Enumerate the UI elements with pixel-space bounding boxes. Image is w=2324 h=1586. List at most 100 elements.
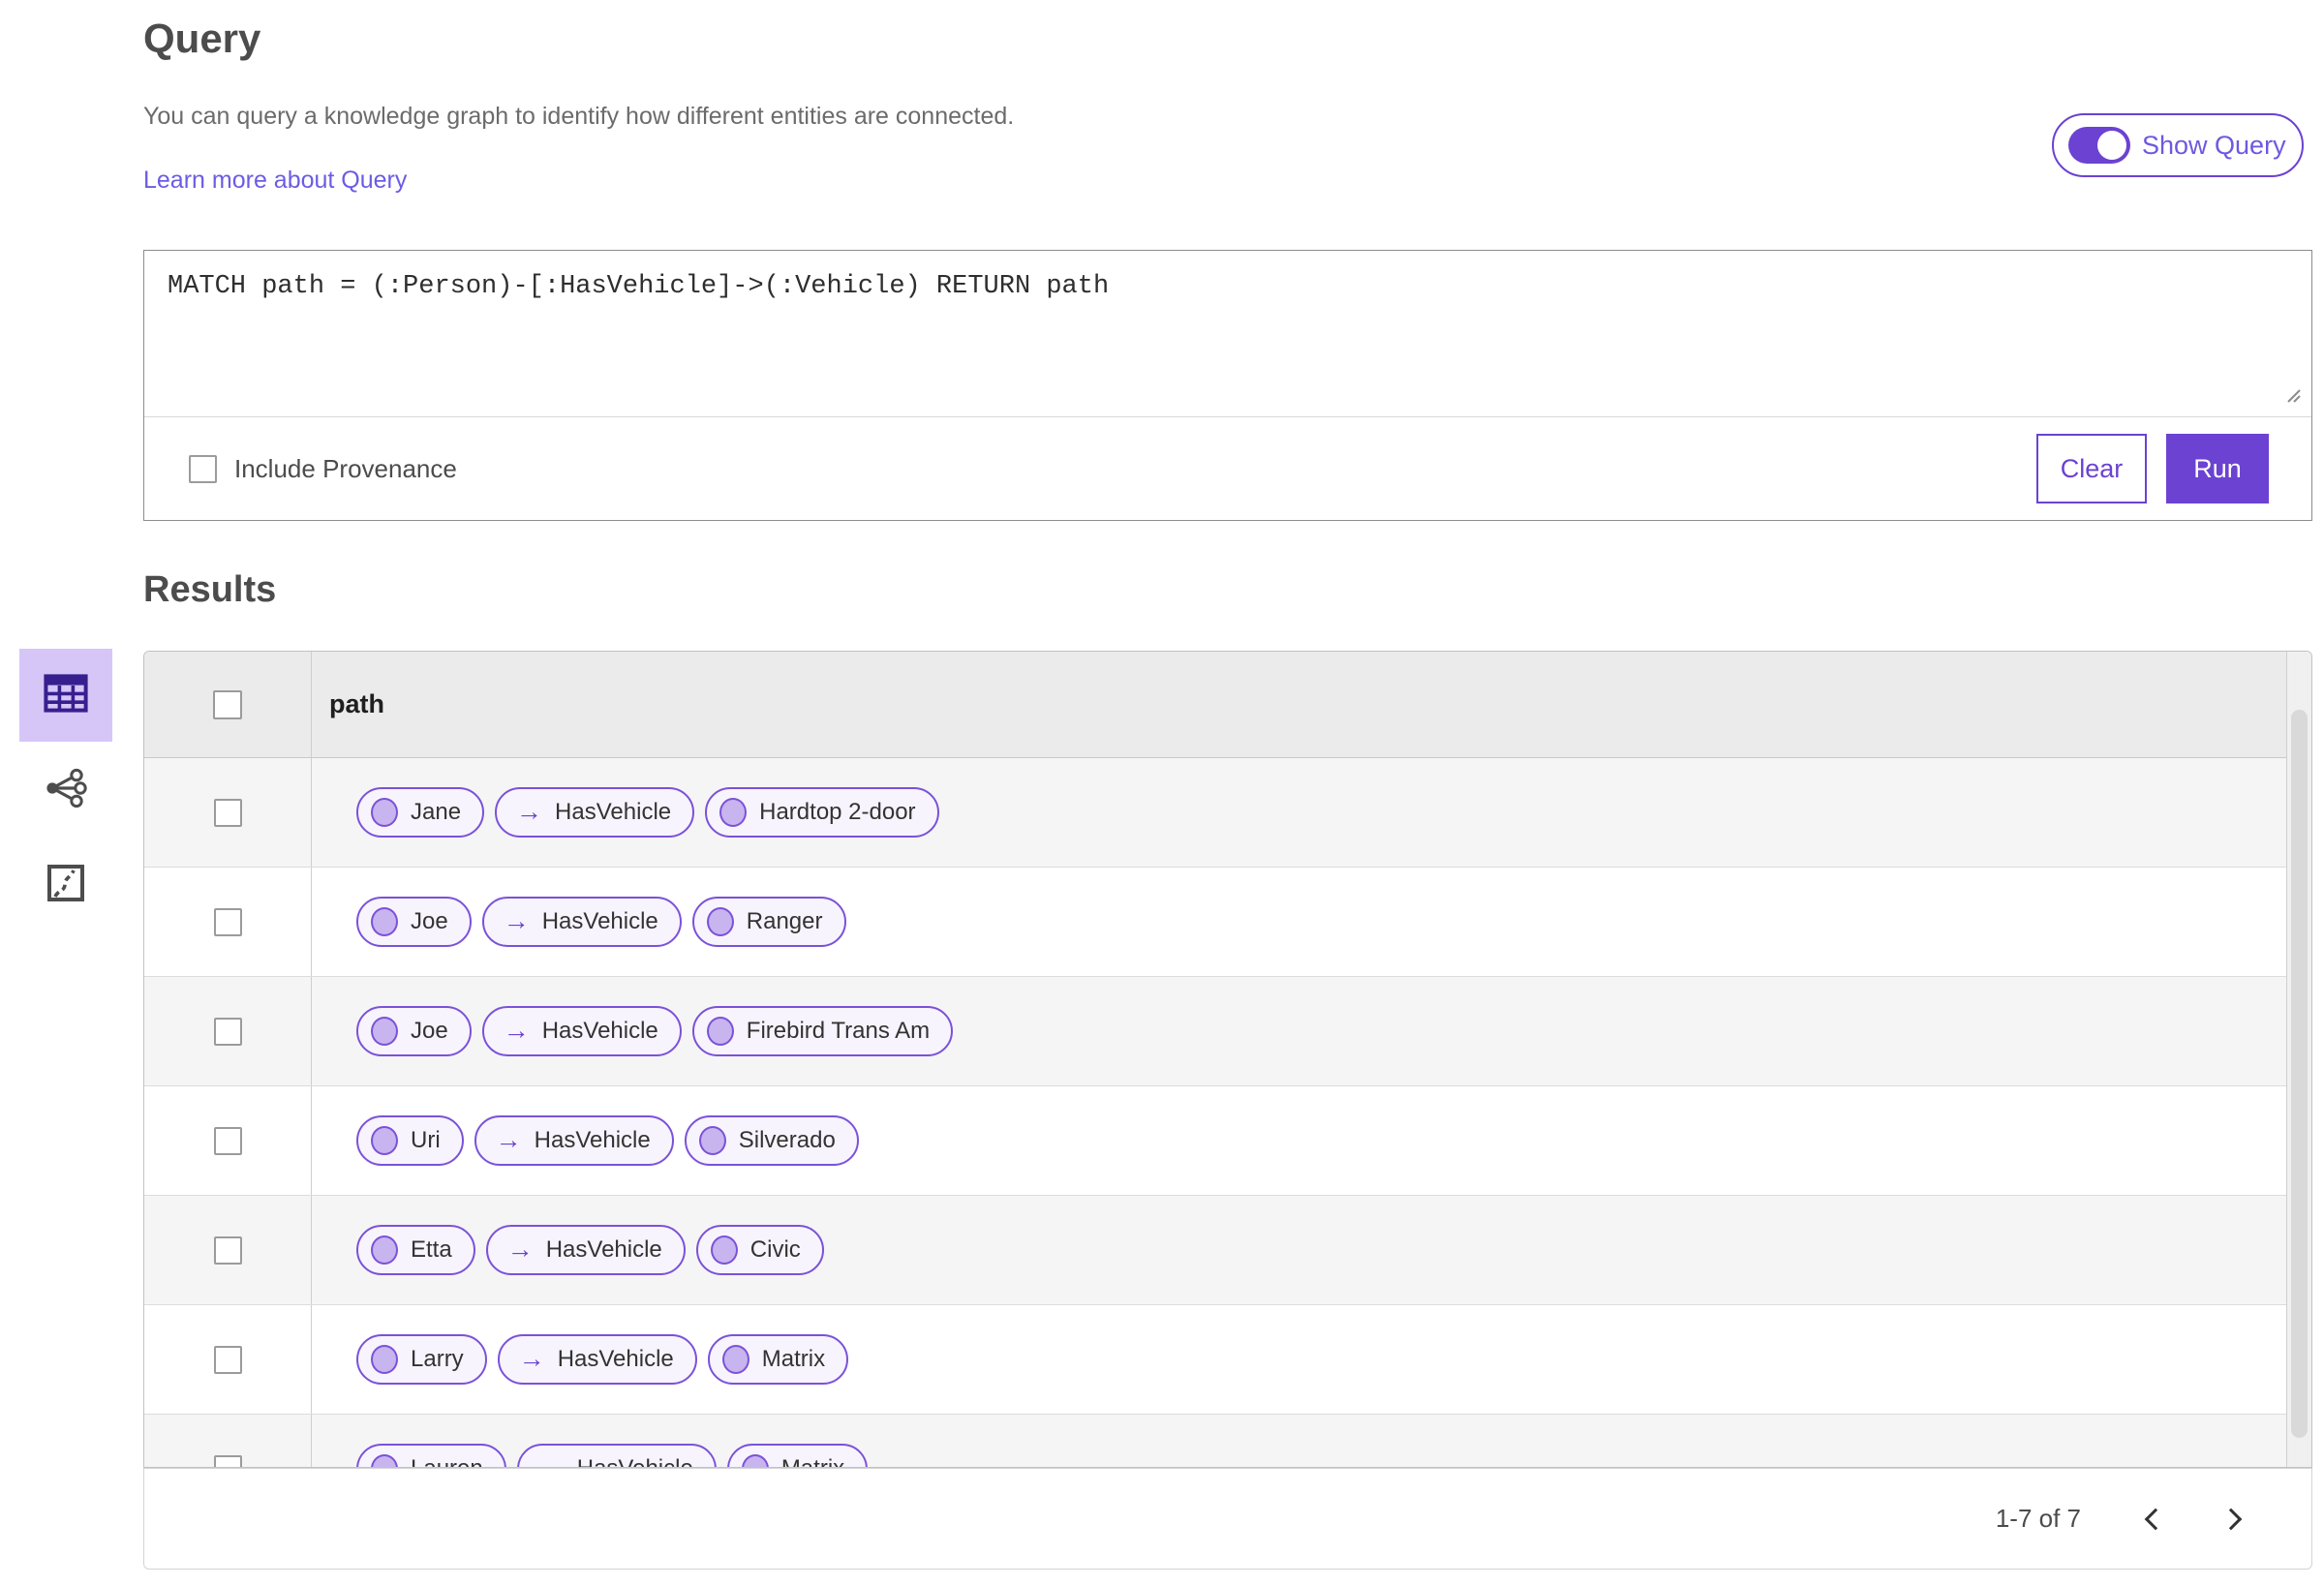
relationship-pill[interactable]: → HasVehicle [497, 1334, 697, 1385]
entity-label: Lauren [411, 1455, 483, 1467]
include-provenance-checkbox[interactable] [189, 454, 217, 483]
results-table-header: path [144, 652, 2311, 758]
relationship-arrow-icon: → [506, 1234, 534, 1264]
row-checkbox[interactable] [213, 1454, 242, 1467]
toggle-on-icon[interactable] [2068, 127, 2130, 164]
entity-pill[interactable]: Uri [356, 1115, 464, 1166]
entity-pill[interactable]: Jane [356, 787, 485, 838]
row-checkbox-cell [144, 977, 312, 1085]
results-table: path Jane → HasVehicle Hardtop 2-door Jo… [143, 651, 2312, 1468]
show-query-label: Show Query [2142, 130, 2286, 160]
relationship-label: HasVehicle [557, 1346, 674, 1372]
entity-pill[interactable]: Civic [695, 1225, 824, 1275]
map-view-icon [46, 864, 85, 907]
table-view-button[interactable] [19, 649, 112, 742]
row-checkbox[interactable] [213, 1017, 242, 1046]
entity-label: Firebird Trans Am [746, 1018, 931, 1044]
row-checkbox[interactable] [213, 1345, 242, 1374]
include-provenance-control[interactable]: Include Provenance [189, 454, 457, 484]
row-checkbox-cell [144, 1196, 312, 1304]
entity-pill[interactable]: Larry [356, 1334, 487, 1385]
entity-label: Ranger [746, 908, 823, 934]
row-checkbox[interactable] [213, 1126, 242, 1155]
resize-grip-icon[interactable] [2280, 382, 2302, 409]
query-actions: Clear Run [2036, 434, 2269, 503]
query-page: Query You can query a knowledge graph to… [0, 0, 2324, 1586]
entity-pill[interactable]: Matrix [726, 1444, 869, 1467]
entity-label: Silverado [738, 1127, 836, 1153]
relationship-arrow-icon: → [503, 905, 530, 935]
results-pagination: 1-7 of 7 [143, 1468, 2312, 1570]
entity-label: Civic [749, 1236, 801, 1263]
relationship-pill[interactable]: → HasVehicle [495, 787, 695, 838]
relationship-pill[interactable]: → HasVehicle [485, 1225, 686, 1275]
entity-label: Jane [411, 799, 462, 825]
toggle-knob [2097, 131, 2126, 160]
map-view-button[interactable] [19, 839, 112, 931]
entity-pill[interactable]: Matrix [707, 1334, 849, 1385]
entity-pill[interactable]: Joe [356, 1006, 472, 1056]
table-row[interactable]: Joe → HasVehicle Firebird Trans Am [144, 977, 2311, 1086]
entity-label: Etta [411, 1236, 452, 1263]
relationship-arrow-icon: → [495, 1124, 522, 1154]
link-chart-view-button[interactable] [19, 744, 112, 837]
relationship-pill[interactable]: → HasVehicle [474, 1115, 674, 1166]
next-page-button[interactable] [2207, 1492, 2261, 1546]
results-table-body: Jane → HasVehicle Hardtop 2-door Joe → H… [144, 758, 2311, 1467]
row-checkbox[interactable] [213, 1235, 242, 1265]
row-checkbox-cell [144, 1086, 312, 1195]
relationship-label: HasVehicle [545, 1236, 662, 1263]
clear-button[interactable]: Clear [2036, 434, 2147, 503]
table-row[interactable]: Lauren → HasVehicle Matrix [144, 1415, 2311, 1467]
entity-node-icon [698, 1126, 726, 1155]
table-scrollbar[interactable] [2286, 652, 2311, 1467]
table-row[interactable]: Etta → HasVehicle Civic [144, 1196, 2311, 1305]
show-query-toggle[interactable]: Show Query [2052, 113, 2304, 177]
learn-more-link[interactable]: Learn more about Query [143, 167, 407, 195]
row-checkbox-cell [144, 868, 312, 976]
entity-pill[interactable]: Joe [356, 897, 472, 947]
relationship-pill[interactable]: → HasVehicle [481, 897, 682, 947]
relationship-label: HasVehicle [541, 1018, 658, 1044]
query-textarea[interactable]: MATCH path = (:Person)-[:HasVehicle]->(:… [144, 251, 2311, 417]
entity-pill[interactable]: Lauren [356, 1444, 506, 1467]
entity-pill[interactable]: Etta [356, 1225, 475, 1275]
table-row[interactable]: Larry → HasVehicle Matrix [144, 1305, 2311, 1415]
table-row[interactable]: Uri → HasVehicle Silverado [144, 1086, 2311, 1196]
relationship-label: HasVehicle [534, 1127, 651, 1153]
query-text[interactable]: MATCH path = (:Person)-[:HasVehicle]->(:… [168, 272, 1109, 301]
relationship-pill[interactable]: → HasVehicle [481, 1006, 682, 1056]
entity-node-icon [371, 1017, 398, 1046]
run-button[interactable]: Run [2166, 434, 2269, 503]
entity-node-icon [721, 1345, 749, 1374]
row-checkbox-cell [144, 758, 312, 867]
row-checkbox[interactable] [213, 907, 242, 936]
table-view-icon [44, 673, 88, 717]
entity-pill[interactable]: Hardtop 2-door [705, 787, 939, 838]
entity-pill[interactable]: Silverado [684, 1115, 859, 1166]
select-all-checkbox[interactable] [213, 689, 242, 719]
query-editor: MATCH path = (:Person)-[:HasVehicle]->(:… [143, 250, 2312, 521]
entity-node-icon [741, 1454, 769, 1467]
relationship-arrow-icon: → [518, 1343, 545, 1373]
row-checkbox-cell [144, 1305, 312, 1414]
entity-node-icon [719, 798, 748, 827]
entity-pill[interactable]: Firebird Trans Am [691, 1006, 954, 1056]
link-chart-view-icon [44, 768, 88, 813]
entity-pill[interactable]: Ranger [691, 897, 846, 947]
entity-label: Uri [411, 1127, 441, 1153]
scrollbar-thumb[interactable] [2291, 710, 2308, 1438]
relationship-pill[interactable]: → HasVehicle [516, 1444, 717, 1467]
previous-page-button[interactable] [2125, 1492, 2180, 1546]
entity-node-icon [371, 1235, 398, 1265]
relationship-arrow-icon: → [516, 796, 543, 826]
include-provenance-label: Include Provenance [234, 453, 457, 483]
chevron-left-icon [2144, 1508, 2167, 1530]
table-row[interactable]: Jane → HasVehicle Hardtop 2-door [144, 758, 2311, 868]
table-row[interactable]: Joe → HasVehicle Ranger [144, 868, 2311, 977]
entity-label: Larry [411, 1346, 464, 1372]
path-cell: Larry → HasVehicle Matrix [312, 1305, 2311, 1414]
header-checkbox-cell [144, 652, 312, 757]
row-checkbox[interactable] [213, 798, 242, 827]
page-description: You can query a knowledge graph to ident… [143, 103, 1015, 130]
